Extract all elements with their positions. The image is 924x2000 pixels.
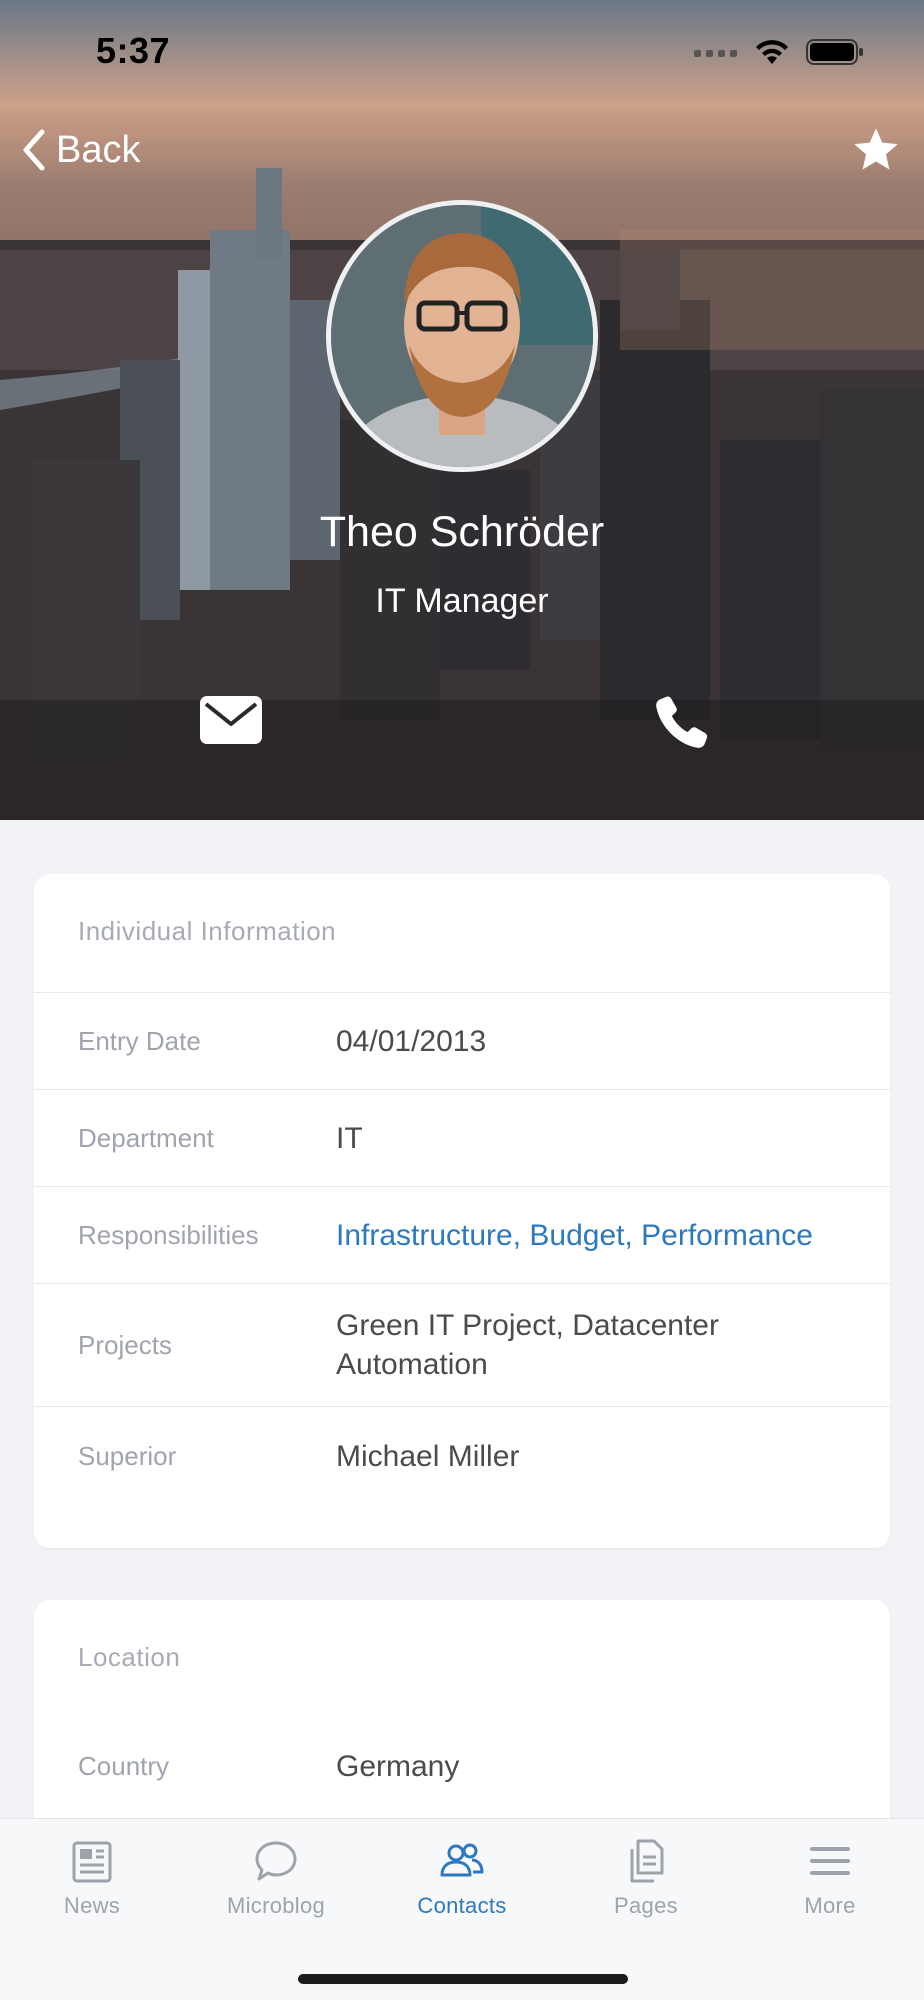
- row-label: Entry Date: [78, 1025, 201, 1056]
- row-label: Department: [78, 1122, 214, 1153]
- row-value: IT: [336, 1121, 363, 1155]
- info-row-entry-date: Entry Date 04/01/2013: [34, 992, 890, 1089]
- tab-label: Pages: [614, 1893, 678, 1918]
- row-label: Responsibilities: [78, 1219, 259, 1250]
- contact-name: Theo Schröder: [319, 508, 605, 556]
- section-header: Individual Information: [78, 916, 337, 946]
- row-label: Superior: [78, 1441, 177, 1471]
- tab-microblog[interactable]: Microblog: [184, 1837, 368, 1947]
- info-row-responsibilities: Responsibilities Infrastructure, Budget,…: [34, 1186, 890, 1283]
- info-row-superior: Superior Michael Miller: [34, 1406, 890, 1506]
- mail-icon: [200, 696, 262, 744]
- individual-information-card: Individual Information Entry Date 04/01/…: [34, 874, 890, 1548]
- chevron-left-icon: [23, 129, 45, 171]
- back-button-label: Back: [56, 128, 141, 171]
- home-indicator[interactable]: [298, 1974, 628, 1984]
- info-row-country: Country Germany: [34, 1718, 890, 1815]
- tab-more[interactable]: More: [738, 1837, 922, 1947]
- star-icon: [854, 128, 898, 170]
- profile-header: 5:37 Back Theo Schröder IT Manager: [0, 0, 924, 820]
- status-bar-time: 5:37: [96, 30, 171, 71]
- battery-icon: [806, 39, 863, 65]
- row-value: 04/01/2013: [336, 1024, 487, 1058]
- section-header: Location: [78, 1642, 181, 1672]
- pages-icon: [630, 1839, 664, 1883]
- microblog-icon: [255, 1841, 297, 1881]
- tab-news[interactable]: News: [0, 1837, 184, 1947]
- contact-job-title: IT Manager: [375, 582, 549, 620]
- cellular-signal-icon: [694, 50, 737, 57]
- contacts-icon: [440, 1843, 484, 1877]
- row-label: Country: [78, 1751, 170, 1781]
- wifi-icon: [756, 40, 788, 64]
- tab-pages[interactable]: Pages: [554, 1837, 738, 1947]
- tab-contacts[interactable]: Contacts: [370, 1837, 554, 1947]
- tab-bar: News Microblog Contacts Pages More: [0, 1818, 924, 2000]
- tab-label: More: [804, 1893, 856, 1918]
- info-row-department: Department IT: [34, 1089, 890, 1186]
- news-icon: [72, 1841, 112, 1883]
- call-button[interactable]: [648, 690, 714, 756]
- row-value: Michael Miller: [336, 1440, 520, 1473]
- favorite-button[interactable]: [850, 124, 902, 176]
- status-bar-icons: [694, 34, 864, 70]
- email-button[interactable]: [198, 694, 264, 746]
- avatar: [326, 200, 598, 472]
- profile-photo: [331, 205, 593, 467]
- phone-icon: [656, 696, 708, 748]
- responsibilities-link[interactable]: Infrastructure, Budget, Performance: [336, 1216, 813, 1255]
- tab-label: Contacts: [417, 1893, 507, 1918]
- more-icon: [810, 1847, 850, 1875]
- row-label: Projects: [78, 1329, 172, 1360]
- back-button[interactable]: Back: [20, 122, 140, 178]
- row-value: Green IT Project, Datacenter Automation: [336, 1309, 719, 1381]
- row-value: Germany: [336, 1750, 460, 1783]
- info-row-projects: Projects Green IT Project, Datacenter Au…: [34, 1283, 890, 1406]
- tab-label: News: [63, 1893, 121, 1918]
- tab-label: Microblog: [226, 1893, 326, 1918]
